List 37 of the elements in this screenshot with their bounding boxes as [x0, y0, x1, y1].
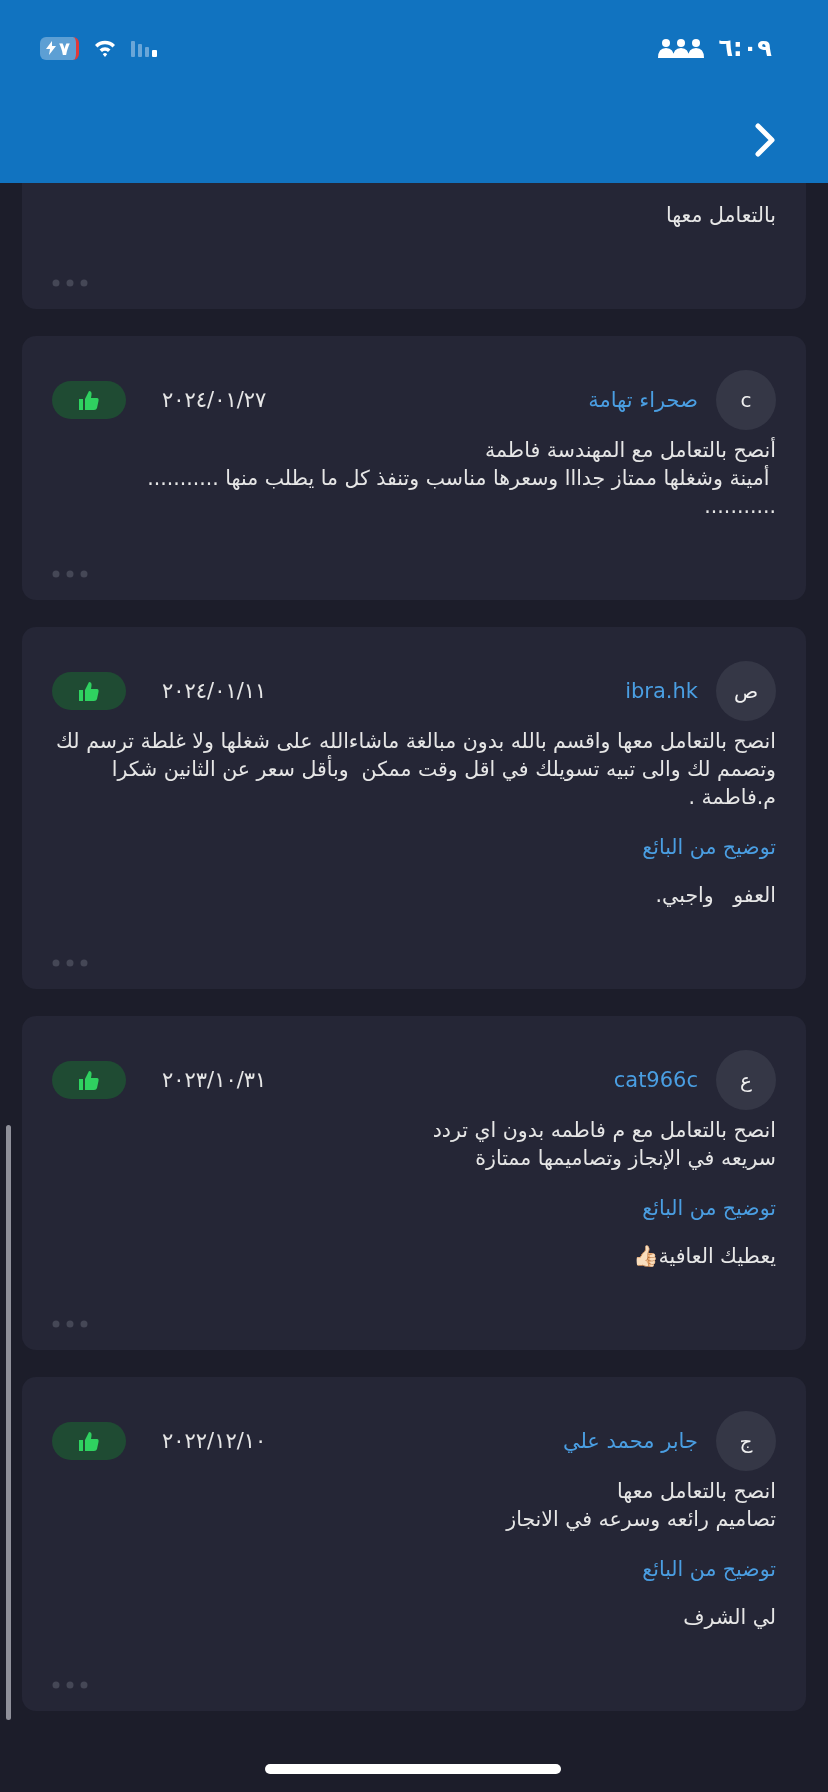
more-icon[interactable]	[52, 1681, 88, 1689]
seller-reply-text: يعطيك العافية👍🏻	[631, 1243, 776, 1270]
avatar: c	[716, 370, 776, 430]
review-date: ٢٠٢٤/٠١/٢٧	[162, 388, 267, 412]
thumbs-up-icon	[78, 680, 100, 702]
seller-reply-label: توضيح من البائع	[642, 835, 776, 859]
review-date: ٢٠٢٣/١٠/٣١	[162, 1068, 267, 1092]
review-date: ٢٠٢٤/٠١/١١	[162, 679, 267, 703]
seller-reply-text: العفو واجبي.	[654, 882, 776, 909]
review-text: أنصح بالتعامل مع المهندسة فاطمة أمينة وشغلها ممتاز جدااا وسعرها مناسب وتنفذ كل ما يطلب منها ........... ...........	[146, 436, 776, 520]
avatar: ع	[716, 1050, 776, 1110]
thumbs-up-icon	[78, 389, 100, 411]
seller-reply-label: توضيح من البائع	[642, 1196, 776, 1220]
reviewer-name[interactable]: ibra.hk	[625, 679, 698, 703]
status-time: ٦:٠٩	[718, 34, 772, 62]
avatar: ص	[716, 661, 776, 721]
thumbs-up-icon	[78, 1069, 100, 1091]
chevron-right-icon[interactable]	[754, 122, 776, 158]
more-icon[interactable]	[52, 279, 88, 287]
reviewer-name[interactable]: cat966c	[613, 1068, 698, 1092]
seller-reply-text: لي الشرف	[682, 1604, 776, 1631]
review-text: بالتعامل معها	[664, 202, 776, 229]
review-text: انصح بالتعامل معها تصاميم رائعه وسرعه في الانجاز	[504, 1478, 776, 1533]
seller-reply-label: توضيح من البائع	[642, 1557, 776, 1581]
battery-icon: ٧	[40, 36, 79, 60]
thumbs-up-icon	[78, 1430, 100, 1452]
review-text: انصح بالتعامل مع م فاطمه بدون اي تردد سريعه في الإنجاز وتصاميمها ممتازة	[431, 1117, 776, 1172]
people-icon	[658, 38, 705, 58]
reviewer-name[interactable]: صحراء تهامة	[588, 388, 698, 412]
more-icon[interactable]	[52, 570, 88, 578]
more-icon[interactable]	[52, 1320, 88, 1328]
wifi-icon	[93, 39, 117, 57]
review-text: انصح بالتعامل معها واقسم بالله بدون مبالغة ماشاءالله على شغلها ولا غلطة ترسم لك وتصمم لك والى تبيه تسويلك في اقل وقت ممكن وبأقل سعر عن الثانين شكرا م.فاطمة .	[55, 728, 776, 811]
more-icon[interactable]	[52, 959, 88, 967]
reviewer-name[interactable]: جابر محمد علي	[562, 1429, 698, 1453]
avatar: ج	[716, 1411, 776, 1471]
review-date: ٢٠٢٢/١٢/١٠	[162, 1429, 267, 1453]
